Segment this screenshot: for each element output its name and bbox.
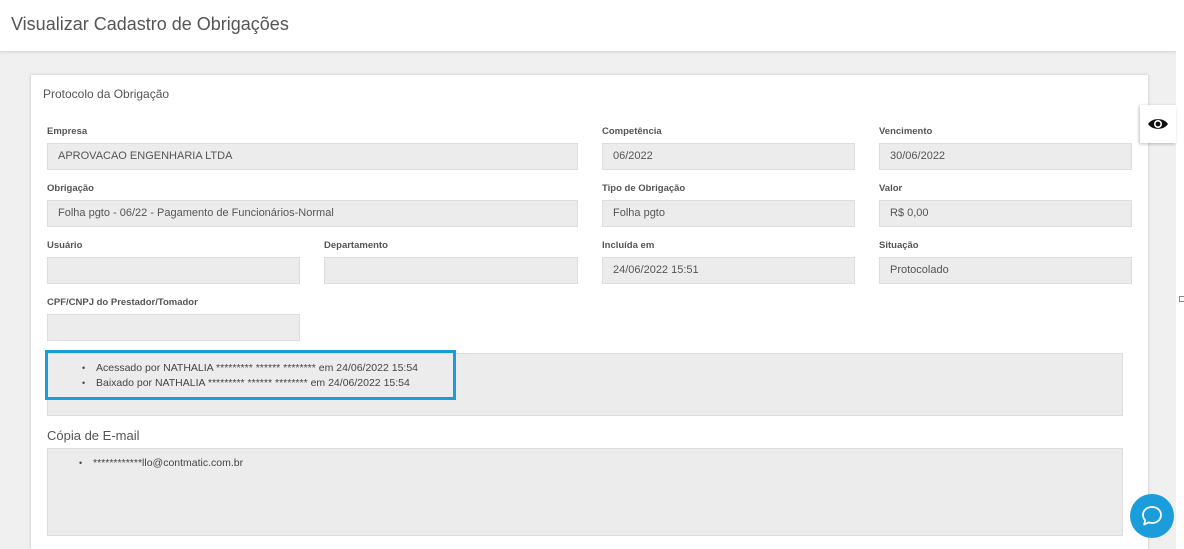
- right-edge-strip: [1176, 0, 1184, 549]
- page-title: Visualizar Cadastro de Obrigações: [11, 14, 289, 34]
- bullet-icon: •: [82, 378, 86, 388]
- situacao-field[interactable]: Protocolado: [879, 257, 1132, 284]
- email-item: • ************llo@contmatic.com.br: [79, 456, 244, 471]
- email-text: ************llo@contmatic.com.br: [93, 457, 244, 469]
- chat-button[interactable]: [1130, 494, 1174, 538]
- history-list: • Acessado por NATHALIA ********* ****** …: [82, 361, 419, 391]
- history-item: • Acessado por NATHALIA ********* ****** …: [82, 361, 419, 376]
- bullet-icon: •: [79, 458, 83, 468]
- empresa-field[interactable]: APROVACAO ENGENHARIA LTDA: [47, 143, 578, 170]
- usuario-field[interactable]: [47, 257, 300, 284]
- vencimento-field[interactable]: 30/06/2022: [879, 143, 1132, 170]
- competencia-field[interactable]: 06/2022: [602, 143, 855, 170]
- vencimento-label: Vencimento: [879, 126, 933, 137]
- chat-icon: [1142, 506, 1162, 526]
- departamento-label: Departamento: [324, 240, 388, 251]
- valor-label: Valor: [879, 183, 903, 194]
- empresa-label: Empresa: [47, 126, 88, 137]
- card-title: Protocolo da Obrigação: [43, 87, 170, 101]
- email-section-title: Cópia de E-mail: [47, 428, 140, 443]
- incluida-field[interactable]: 24/06/2022 15:51: [602, 257, 855, 284]
- eye-icon: [1148, 119, 1168, 129]
- history-item: • Baixado por NATHALIA ********* ****** *…: [82, 376, 418, 391]
- email-box: • ************llo@contmatic.com.br: [47, 448, 1123, 536]
- tipo-obrigacao-label: Tipo de Obrigação: [602, 183, 686, 194]
- tipo-obrigacao-field[interactable]: Folha pgto: [602, 200, 855, 227]
- cpf-cnpj-label: CPF/CNPJ do Prestador/Tomador: [47, 297, 198, 308]
- incluida-label: Incluída em: [602, 240, 655, 251]
- departamento-field[interactable]: [324, 257, 578, 284]
- email-list: • ************llo@contmatic.com.br: [79, 456, 244, 471]
- competencia-label: Competência: [602, 126, 662, 137]
- obrigacao-label: Obrigação: [47, 183, 94, 194]
- protocol-card: Protocolo da Obrigação Empresa APROVACAO…: [31, 75, 1148, 549]
- history-text: Acessado por NATHALIA ********* ****** *…: [96, 362, 419, 374]
- cpf-cnpj-field[interactable]: [47, 314, 300, 341]
- history-box: • Acessado por NATHALIA ********* ****** …: [47, 353, 1123, 416]
- visibility-toggle-button[interactable]: [1140, 105, 1176, 143]
- situacao-label: Situação: [879, 240, 919, 251]
- obrigacao-field[interactable]: Folha pgto - 06/22 - Pagamento de Funcio…: [47, 200, 578, 227]
- valor-field[interactable]: R$ 0,00: [879, 200, 1132, 227]
- bullet-icon: •: [82, 363, 86, 373]
- page-header: Visualizar Cadastro de Obrigações: [0, 0, 1176, 52]
- resize-handle[interactable]: [1179, 296, 1184, 302]
- usuario-label: Usuário: [47, 240, 83, 251]
- history-text: Baixado por NATHALIA ********* ****** **…: [96, 377, 410, 389]
